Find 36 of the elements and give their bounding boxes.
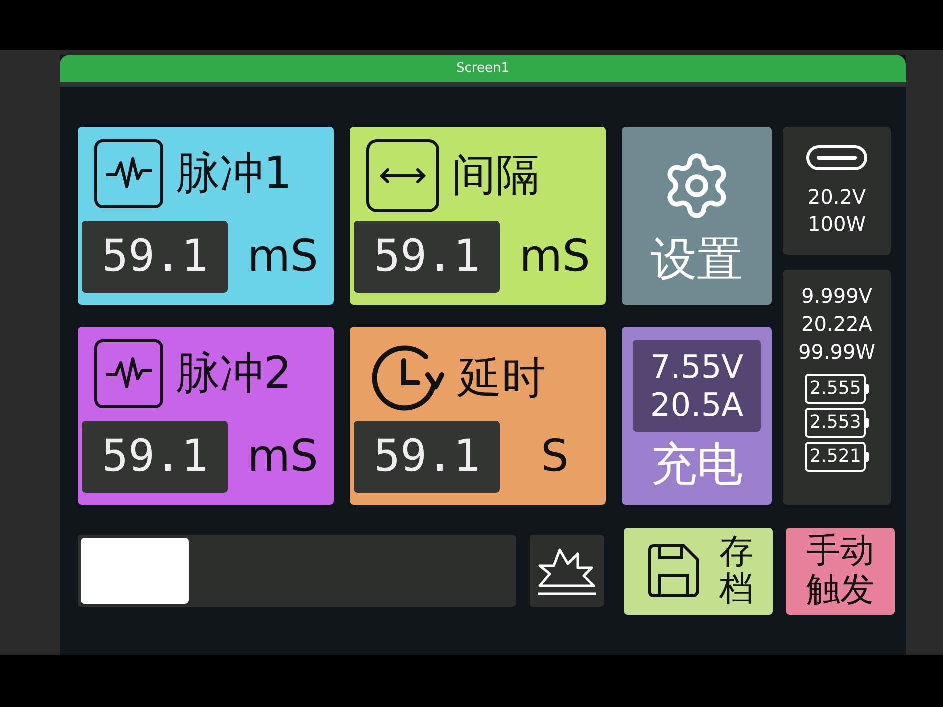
unit-label: S [540,435,570,479]
charge-button[interactable]: 7.55V 20.5A 充电 [622,327,772,505]
value-display: 59.1 [354,421,500,493]
manual-trigger-button[interactable]: 手动触发 [786,528,895,614]
usb-power: 100W [808,211,866,237]
usb-port-icon [806,145,868,171]
battery-reading: 2.553 [804,408,866,438]
waveform-icon [94,139,164,209]
timer-tile[interactable]: 脉冲1 59.1 mS [78,127,334,305]
unit-label: mS [246,235,320,279]
charge-current: 20.5A [650,386,744,424]
unit-label: mS [246,435,320,479]
stat-reading: 99.99W [798,339,876,366]
tile-label: 脉冲1 [176,152,292,196]
timer-tile[interactable]: 延时 59.1 S [350,327,606,505]
stat-reading: 9.999V [802,283,872,310]
value-display: 59.1 [82,221,228,293]
unit-label: mS [518,235,592,279]
window-title: Screen1 [60,55,906,82]
value-display: 59.1 [82,421,228,493]
charge-label: 充电 [651,436,743,492]
timer-tile[interactable]: 间隔 59.1 mS [350,127,606,305]
tile-label: 间隔 [452,154,540,198]
charge-voltage: 7.55V [650,348,744,386]
tile-label: 延时 [458,357,546,401]
waveform-icon [94,339,164,409]
blast-button[interactable] [530,535,604,607]
battery-reading: 2.555 [804,374,866,404]
save-button[interactable]: 存档 [624,528,773,614]
value-display: 59.1 [354,221,500,293]
battery-reading: 2.521 [804,442,866,472]
timer-tile[interactable]: 脉冲2 59.1 mS [78,327,334,505]
settings-button[interactable]: 设置 [622,127,772,305]
stat-reading: 20.22A [802,311,872,338]
tile-label: 脉冲2 [176,352,292,396]
usb-voltage: 20.2V [808,184,866,211]
